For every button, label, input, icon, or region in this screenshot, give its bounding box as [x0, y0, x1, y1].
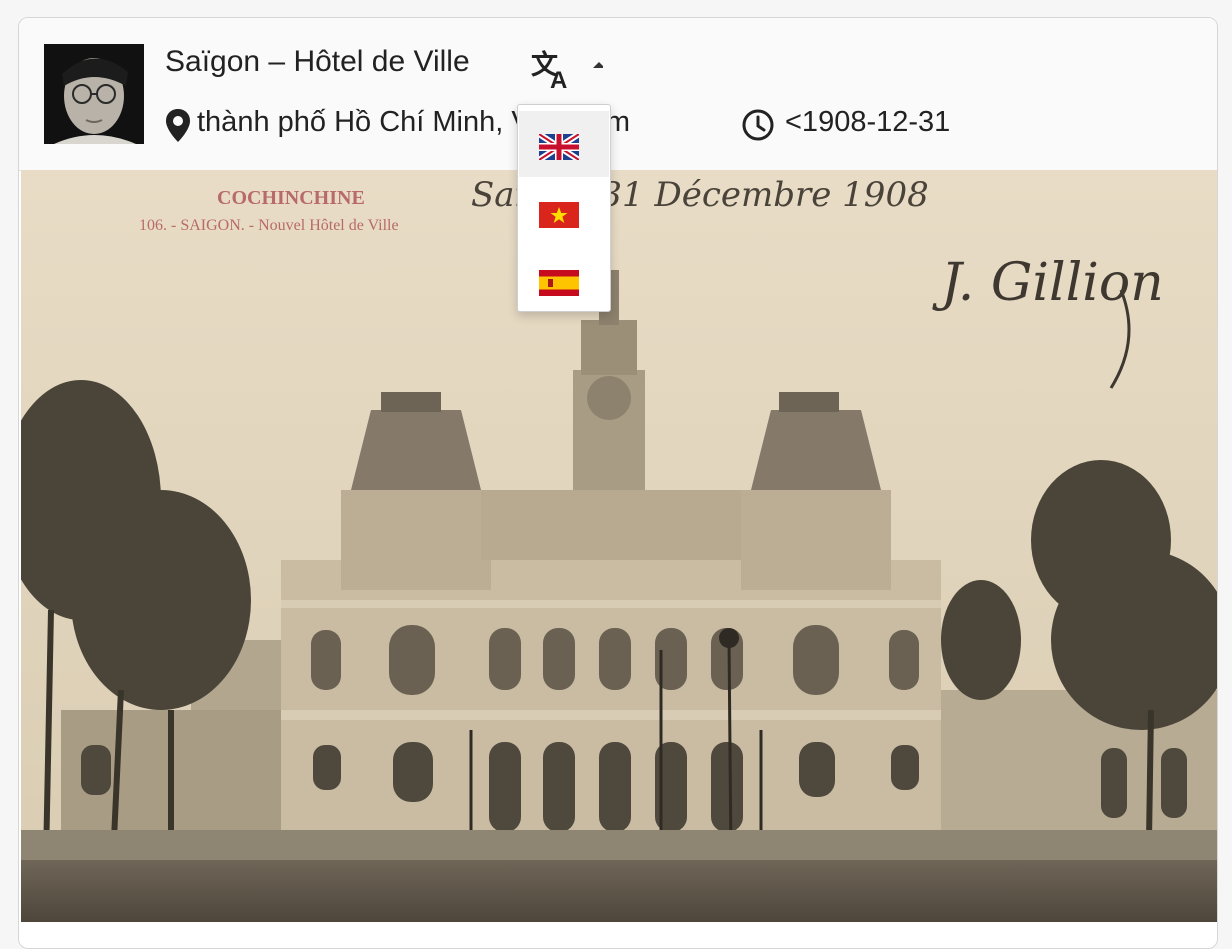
historic-photo[interactable]: COCHINCHINE 106. - SAIGON. - Nouvel Hôte… — [21, 170, 1217, 922]
spain-flag-icon — [539, 270, 579, 296]
date-text: <1908-12-31 — [785, 106, 951, 138]
language-option-spanish[interactable] — [519, 247, 609, 313]
clock-icon — [742, 109, 774, 141]
svg-text:A: A — [550, 67, 567, 92]
united-kingdom-flag-icon — [539, 134, 579, 160]
saigon-city-hall-photo: COCHINCHINE 106. - SAIGON. - Nouvel Hôte… — [21, 170, 1217, 922]
language-option-english[interactable] — [519, 111, 609, 177]
translate-dropdown — [517, 104, 611, 312]
translate-icon: 文 A — [531, 49, 605, 94]
vietnam-flag-icon — [539, 202, 579, 228]
author-avatar[interactable] — [44, 44, 144, 144]
caption-line-2: 106. - SAIGON. - Nouvel Hôtel de Ville — [139, 217, 399, 234]
avatar-portrait — [44, 44, 144, 144]
language-option-vietnamese[interactable] — [519, 179, 609, 245]
photo-card: Saïgon – Hôtel de Ville 文 A thành phố Hồ… — [18, 17, 1218, 949]
translate-menu-button[interactable]: 文 A — [529, 44, 605, 94]
map-marker-icon — [166, 109, 190, 142]
photo-title: Saïgon – Hôtel de Ville — [165, 45, 470, 78]
caption-line-1: COCHINCHINE — [217, 187, 365, 209]
card-header: Saïgon – Hôtel de Ville 文 A thành phố Hồ… — [19, 18, 1217, 171]
signature: J. Gillion — [932, 253, 1164, 313]
